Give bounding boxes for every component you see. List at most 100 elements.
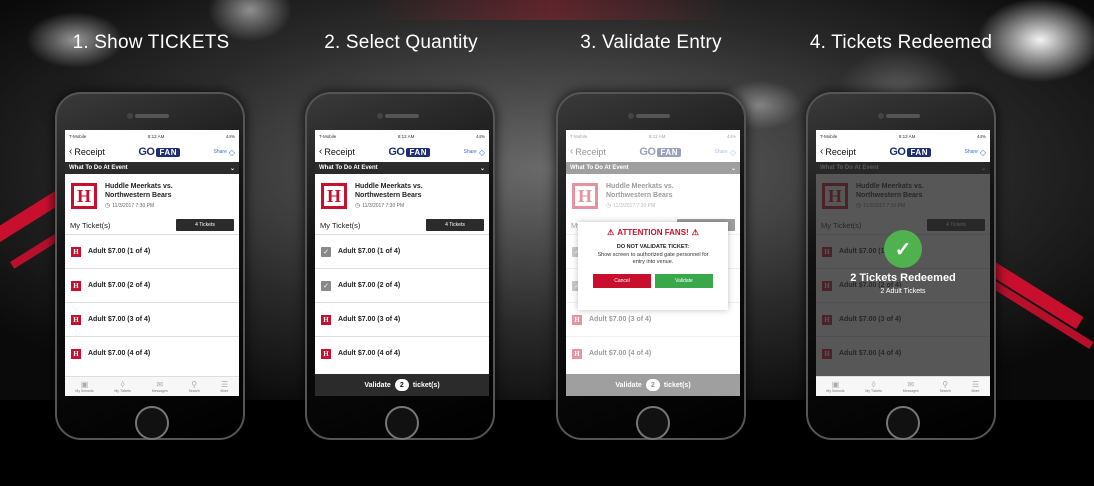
- phone-step-2: T-Mobile 8:12 AM 44% ‹ Receipt GO FAN Sh…: [305, 92, 495, 440]
- logo-go: GO: [388, 146, 405, 158]
- ticket-row-selected[interactable]: ✓ Adult $7.00 (1 of 4): [315, 234, 489, 268]
- tab-label: More: [971, 389, 980, 393]
- time-label: 8:12 AM: [898, 133, 916, 139]
- clock-icon: ◷: [105, 203, 111, 209]
- ticket-row[interactable]: H Adult $7.00 (4 of 4): [65, 336, 239, 370]
- speaker-grille: [135, 114, 169, 118]
- logo-fan: FAN: [907, 147, 931, 157]
- team-logo-letter: H: [326, 186, 341, 206]
- back-button[interactable]: ‹ Receipt: [820, 146, 856, 158]
- app-header: ‹ Receipt GO FAN Share ◇: [816, 142, 990, 162]
- tab-label: Messages: [151, 389, 168, 393]
- status-bar: T-Mobile 8:12 AM 44%: [65, 130, 239, 142]
- ticket-row[interactable]: H Adult $7.00 (4 of 4): [315, 336, 489, 370]
- tab-label: Messages: [902, 389, 919, 393]
- what-to-do-dropdown[interactable]: What To Do At Event ⌄: [65, 162, 239, 174]
- gofan-logo: GO FAN: [388, 146, 430, 158]
- message-icon: ✉: [156, 380, 164, 389]
- speaker-grille: [385, 114, 419, 118]
- ticket-row[interactable]: H Adult $7.00 (2 of 4): [65, 268, 239, 302]
- alert-subtitle: DO NOT VALIDATE TICKET:: [616, 244, 690, 250]
- team-badge-icon: H: [71, 348, 81, 359]
- time-label: 8:12 AM: [147, 133, 165, 139]
- event-name-line2: Northwestern Bears: [355, 191, 422, 199]
- message-icon: ✉: [907, 380, 915, 389]
- cancel-button[interactable]: Cancel: [593, 274, 651, 288]
- watermark-band: [370, 0, 730, 20]
- back-button[interactable]: ‹ Receipt: [69, 147, 105, 158]
- event-datetime-text: 11/3/2017 7:30 PM: [362, 202, 405, 209]
- tab-messages[interactable]: ✉ Messages: [152, 380, 168, 393]
- ticket-count-button[interactable]: 4 Tickets: [176, 219, 234, 231]
- my-tickets-row: My Ticket(s) 4 Tickets: [315, 216, 489, 234]
- tab-my-schools[interactable]: ▣ My Schools: [75, 380, 93, 393]
- home-button[interactable]: [886, 406, 920, 440]
- battery-label: 44%: [225, 133, 235, 139]
- chevron-left-icon: ‹: [820, 146, 824, 157]
- step-3-title: 3. Validate Entry: [580, 32, 722, 53]
- menu-icon: ☰: [220, 380, 229, 389]
- what-to-do-dropdown[interactable]: What To Do At Event ⌄: [315, 162, 489, 174]
- tab-label: My Tickets: [865, 389, 882, 393]
- tab-messages[interactable]: ✉ Messages: [903, 380, 919, 393]
- tab-label: My Tickets: [114, 389, 131, 393]
- ticket-icon: ◊: [871, 380, 876, 389]
- section-label: What To Do At Event: [69, 165, 128, 171]
- back-label: Receipt: [825, 147, 856, 157]
- tab-search[interactable]: ⚲ Search: [940, 380, 951, 393]
- ticket-label: Adult $7.00 (2 of 4): [88, 282, 151, 289]
- ticket-row-selected[interactable]: ✓ Adult $7.00 (2 of 4): [315, 268, 489, 302]
- section-label: What To Do At Event: [319, 165, 378, 171]
- phone-screen: T-Mobile 8:12 AM 44% ‹ Receipt GO FAN Sh…: [65, 130, 239, 396]
- checkbox-checked-icon[interactable]: ✓: [321, 280, 331, 291]
- validate-tickets-button[interactable]: Validate 2 ticket(s): [315, 374, 489, 396]
- status-bar: T-Mobile 8:12 AM 44%: [816, 130, 990, 142]
- event-datetime-text: 11/3/2017 7:30 PM: [112, 202, 155, 209]
- camera-icon: [628, 113, 634, 119]
- ticket-count-button[interactable]: 4 Tickets: [426, 219, 484, 231]
- ticket-row[interactable]: H Adult $7.00 (3 of 4): [315, 302, 489, 336]
- app-header: ‹ Receipt GO FAN Share ◇: [315, 142, 489, 162]
- event-name-line1: Huddle Meerkats vs.: [355, 183, 423, 190]
- logo-go: GO: [138, 146, 155, 158]
- ticket-label: Adult $7.00 (3 of 4): [338, 316, 401, 323]
- redeemed-title: 2 Tickets Redeemed: [850, 272, 956, 284]
- team-badge-icon: H: [71, 246, 81, 257]
- logo-fan: FAN: [156, 147, 180, 157]
- ticket-row[interactable]: H Adult $7.00 (3 of 4): [65, 302, 239, 336]
- checkbox-checked-icon[interactable]: ✓: [321, 246, 331, 257]
- tab-label: Search: [188, 389, 200, 393]
- tab-more[interactable]: ☰ More: [221, 380, 229, 393]
- home-button[interactable]: [385, 406, 419, 440]
- back-button[interactable]: ‹ Receipt: [319, 147, 355, 158]
- event-card: H Huddle Meerkats vs. Northwestern Bears…: [65, 174, 239, 216]
- tab-my-tickets[interactable]: ◊ My Tickets: [114, 380, 131, 393]
- validate-button[interactable]: Validate: [655, 274, 713, 288]
- ticket-row[interactable]: H Adult $7.00 (1 of 4): [65, 234, 239, 268]
- share-label: Share: [964, 149, 978, 155]
- home-button[interactable]: [135, 406, 169, 440]
- share-button[interactable]: Share ◇: [463, 148, 485, 157]
- validate-suffix: ticket(s): [412, 381, 440, 389]
- step-4-title: 4. Tickets Redeemed: [809, 32, 993, 53]
- carrier-label: T-Mobile: [319, 133, 337, 139]
- tab-label: Search: [939, 389, 951, 393]
- tab-label: More: [220, 389, 229, 393]
- share-button[interactable]: Share ◇: [964, 148, 986, 157]
- share-label: Share: [213, 149, 227, 155]
- alert-title-text: ATTENTION FANS!: [617, 228, 689, 237]
- tab-my-tickets[interactable]: ◊ My Tickets: [865, 380, 882, 393]
- ticket-label: Adult $7.00 (4 of 4): [88, 350, 151, 357]
- validate-count-badge: 2: [394, 379, 409, 391]
- chevron-down-icon: ⌄: [229, 165, 235, 172]
- tab-my-schools[interactable]: ▣ My Schools: [826, 380, 844, 393]
- share-button[interactable]: Share ◇: [213, 148, 235, 157]
- tab-search[interactable]: ⚲ Search: [189, 380, 200, 393]
- team-badge-icon: H: [71, 314, 81, 325]
- tab-more[interactable]: ☰ More: [972, 380, 980, 393]
- my-tickets-row: My Ticket(s) 4 Tickets: [65, 216, 239, 234]
- event-name-line1: Huddle Meerkats vs.: [105, 183, 173, 190]
- team-badge-icon: H: [71, 280, 81, 291]
- phone-step-1: T-Mobile 8:12 AM 44% ‹ Receipt GO FAN Sh…: [55, 92, 245, 440]
- home-button[interactable]: [636, 406, 670, 440]
